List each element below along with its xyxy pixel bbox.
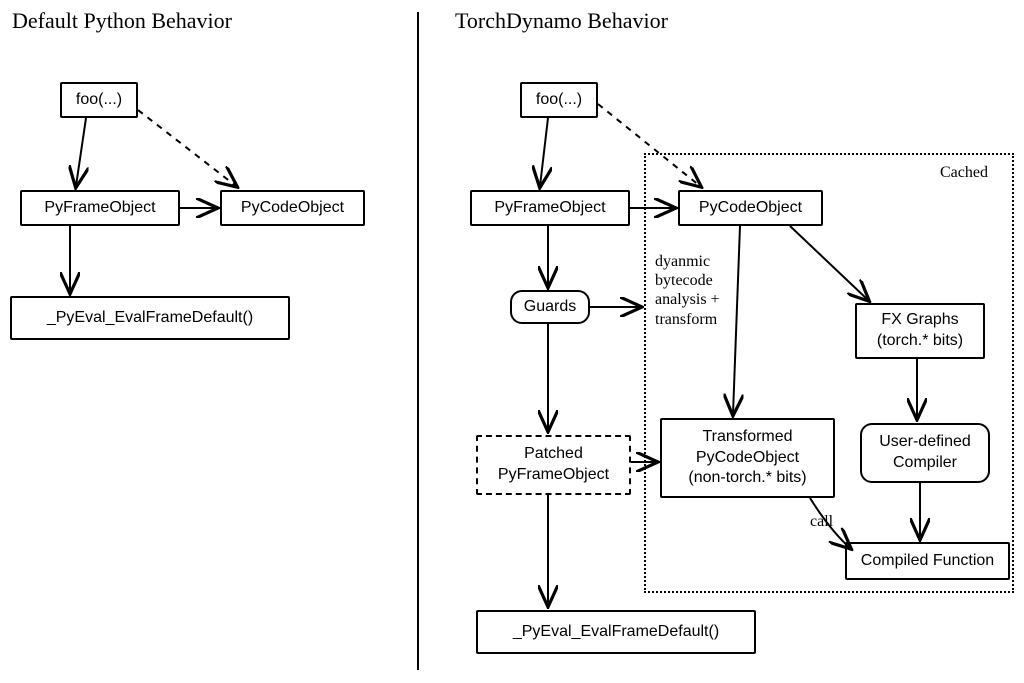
arrow-layer bbox=[0, 0, 1024, 683]
